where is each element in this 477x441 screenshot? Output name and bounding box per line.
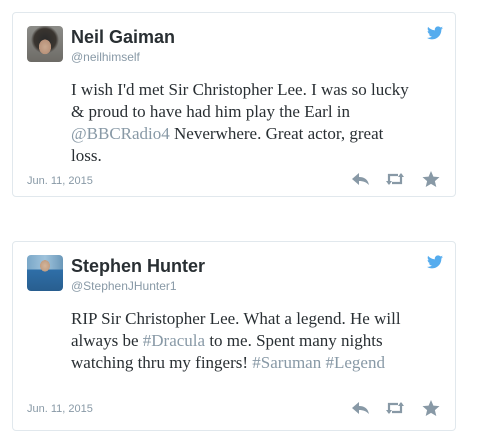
avatar[interactable] bbox=[27, 26, 63, 62]
tweet-actions bbox=[351, 170, 441, 188]
tweet-text-segment: I wish I'd met Sir Christopher Lee. I wa… bbox=[71, 80, 409, 121]
hashtag-link[interactable]: #Legend bbox=[325, 353, 384, 372]
user-handle[interactable]: @neilhimself bbox=[71, 50, 140, 64]
retweet-icon[interactable] bbox=[385, 399, 405, 417]
tweet-date[interactable]: Jun. 11, 2015 bbox=[27, 403, 93, 415]
tweet-card: Neil Gaiman @neilhimself I wish I'd met … bbox=[12, 12, 456, 197]
tweet-date[interactable]: Jun. 11, 2015 bbox=[27, 175, 93, 187]
display-name[interactable]: Neil Gaiman bbox=[71, 27, 175, 48]
favorite-star-icon[interactable] bbox=[421, 399, 441, 417]
favorite-star-icon[interactable] bbox=[421, 170, 441, 188]
tweet-actions bbox=[351, 399, 441, 417]
avatar[interactable] bbox=[27, 255, 63, 291]
twitter-bird-icon[interactable] bbox=[427, 26, 443, 40]
hashtag-link[interactable]: #Dracula bbox=[143, 331, 205, 350]
tweet-card: Stephen Hunter @StephenJHunter1 RIP Sir … bbox=[12, 241, 456, 431]
tweet-text: RIP Sir Christopher Lee. What a legend. … bbox=[71, 308, 417, 374]
user-handle[interactable]: @StephenJHunter1 bbox=[71, 279, 177, 293]
twitter-bird-icon[interactable] bbox=[427, 255, 443, 269]
display-name[interactable]: Stephen Hunter bbox=[71, 256, 205, 277]
mention-link[interactable]: @BBCRadio4 bbox=[71, 124, 170, 143]
tweet-text: I wish I'd met Sir Christopher Lee. I wa… bbox=[71, 79, 417, 167]
reply-icon[interactable] bbox=[351, 170, 371, 188]
hashtag-link[interactable]: #Saruman bbox=[252, 353, 321, 372]
reply-icon[interactable] bbox=[351, 399, 371, 417]
retweet-icon[interactable] bbox=[385, 170, 405, 188]
